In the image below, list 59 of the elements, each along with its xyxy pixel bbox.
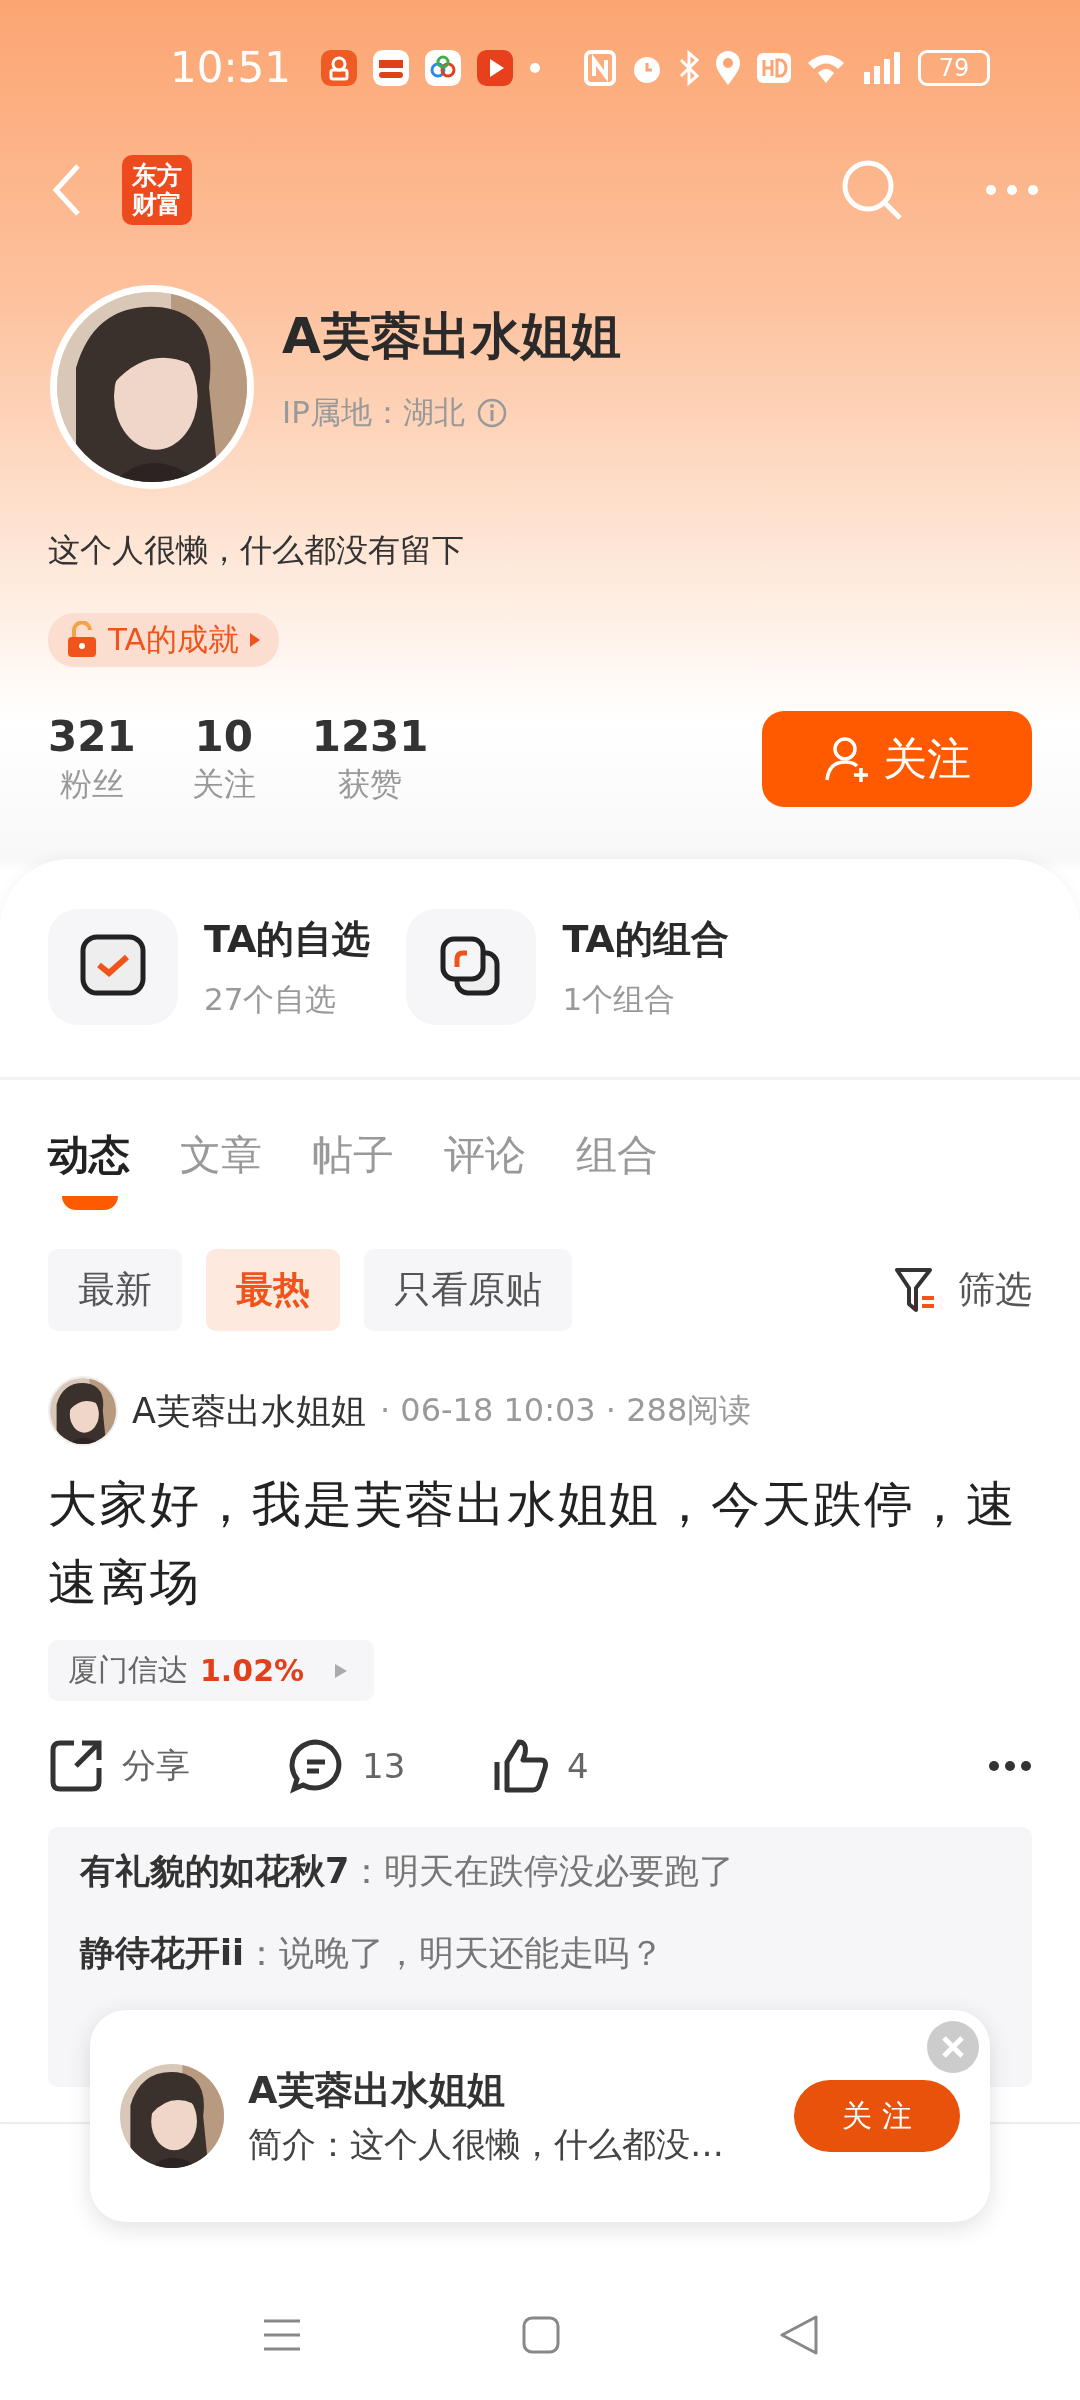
caret-icon [248, 632, 261, 648]
like-button[interactable]: 4 [493, 1738, 733, 1794]
ip-location: IP属地：湖北 [282, 393, 465, 432]
menu-icon[interactable] [262, 2317, 302, 2353]
filter-chip[interactable]: 最新 [48, 1249, 182, 1331]
author-name[interactable]: A芙蓉出水姐姐 [132, 1387, 366, 1435]
location-icon [714, 49, 742, 86]
more-icon[interactable] [988, 1760, 1032, 1772]
tab[interactable]: 动态 [48, 1128, 130, 1190]
thumbs-up-icon [493, 1738, 549, 1794]
app-icon [425, 49, 462, 86]
bio-text: 这个人很懒，什么都没有留下 [48, 530, 465, 571]
popup-name: A芙蓉出水姐姐 [248, 2066, 507, 2114]
stat-count: 10 [194, 711, 253, 761]
clock-time: 10:51 [170, 43, 292, 92]
comment-button[interactable]: 13 [288, 1738, 493, 1794]
battery-level: 79 [918, 49, 990, 86]
follow-button[interactable]: 关 注 [794, 2080, 960, 2152]
share-icon [48, 1738, 104, 1794]
shortcut-title[interactable]: TA的组合 [562, 913, 729, 965]
hd-icon [756, 51, 792, 84]
follow-button[interactable]: 关注 [762, 711, 1032, 807]
profile-name: A芙蓉出水姐姐 [282, 306, 621, 367]
shortcut-title[interactable]: TA的自选 [204, 913, 371, 965]
post-text: 大家好，我是芙蓉出水姐姐，今天跌停，速速离场 [48, 1475, 1018, 1613]
nfc-icon [584, 49, 616, 86]
back-icon[interactable] [780, 2315, 818, 2355]
stock-change: 1.02% [200, 1653, 305, 1688]
shortcut-count: 1个组合 [562, 979, 677, 1019]
post-meta: · 06-18 10:03 · 288阅读 [379, 1390, 752, 1431]
stat-label: 获赞 [338, 763, 403, 805]
app-icon [321, 49, 358, 86]
filter-button[interactable]: 筛选 [894, 1265, 1032, 1315]
stat-count: 1231 [311, 711, 429, 761]
stat-count: 321 [48, 711, 136, 761]
overlap-squares-icon[interactable] [406, 909, 537, 1025]
play-icon [477, 49, 514, 86]
filter-chip[interactable]: 最热 [206, 1249, 340, 1331]
shortcut-count: 27个自选 [204, 979, 338, 1019]
lock-icon [66, 621, 98, 659]
stock-name: 厦门信达 [68, 1651, 188, 1689]
popup-intro: 简介：这个人很懒，什么都没… [248, 2122, 724, 2166]
reply-text: 静待花开ii：说晚了，明天还能走吗？ [80, 1932, 665, 1975]
reply-text: 有礼貌的如花秋7：明天在跌停没必要跑了 [80, 1850, 736, 1893]
stat-label: 粉丝 [59, 763, 124, 805]
info-icon[interactable] [476, 398, 507, 428]
caret-icon [334, 1661, 349, 1680]
filter-chip[interactable]: 只看原贴 [364, 1249, 572, 1331]
home-icon[interactable] [522, 2316, 560, 2354]
share-button[interactable]: 分享 [48, 1738, 288, 1794]
checkbox-icon[interactable] [48, 909, 178, 1025]
app-icon [373, 49, 410, 86]
comment-icon [288, 1738, 344, 1794]
app-logo: 东方 财富 [122, 155, 192, 225]
dot-icon [529, 61, 542, 74]
stat-label: 关注 [191, 763, 256, 805]
tab-underline [62, 1196, 118, 1210]
bluetooth-icon [678, 49, 700, 86]
stock-chip[interactable]: 厦门信达 1.02% [48, 1640, 375, 1701]
